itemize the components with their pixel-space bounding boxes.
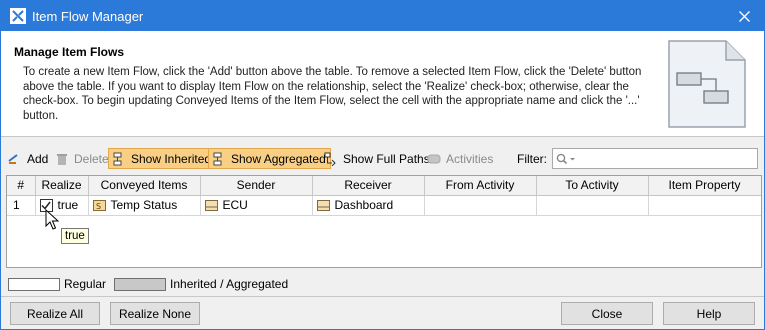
trash-icon: [57, 153, 67, 165]
header-panel: Manage Item Flows To create a new Item F…: [1, 31, 764, 137]
receiver-value: Dashboard: [334, 198, 394, 212]
column-header-receiver[interactable]: Receiver: [312, 176, 425, 196]
realize-all-button[interactable]: Realize All: [10, 302, 100, 325]
delete-button-label: Delete: [74, 151, 109, 166]
realize-tooltip: true: [61, 228, 89, 244]
window-close-button[interactable]: [724, 1, 764, 31]
column-header-conveyed-items[interactable]: Conveyed Items: [88, 176, 201, 196]
legend-regular-swatch: [8, 277, 60, 291]
document-diagram-icon: [668, 40, 746, 128]
realize-cell[interactable]: true: [35, 195, 89, 216]
to-activity-cell[interactable]: [536, 195, 649, 216]
help-button[interactable]: Help: [663, 302, 755, 325]
inheritance-icon: [113, 152, 122, 165]
header-description: To create a new Item Flow, click the 'Ad…: [23, 66, 642, 122]
add-button[interactable]: Add: [5, 148, 52, 169]
activities-button[interactable]: Activities: [424, 148, 497, 169]
table-row[interactable]: 1 true S Temp Status ECU Dashboard: [7, 195, 761, 216]
legend-inherited-label: Inherited / Aggregated: [170, 277, 289, 291]
conveyed-items-value: Temp Status: [110, 198, 178, 212]
aggregation-icon: [213, 152, 222, 165]
item-flow-manager-dialog: Item Flow Manager Manage Item Flows To c…: [0, 0, 765, 330]
column-header-item-property[interactable]: Item Property: [648, 176, 761, 196]
realize-none-button[interactable]: Realize None: [110, 302, 200, 325]
title-bar: Item Flow Manager: [1, 1, 764, 31]
conveyed-items-cell[interactable]: S Temp Status: [88, 195, 201, 216]
delete-button[interactable]: Delete: [52, 148, 113, 169]
legend: Regular Inherited / Aggregated: [8, 277, 288, 291]
filter-input[interactable]: [552, 148, 758, 169]
add-button-label: Add: [27, 151, 49, 166]
signal-icon: S: [92, 199, 106, 211]
window-title: Item Flow Manager: [32, 8, 144, 24]
block-icon: [316, 199, 330, 211]
show-inherited-toggle[interactable]: Show Inherited: [108, 148, 217, 169]
receiver-cell[interactable]: Dashboard: [312, 195, 425, 216]
app-logo-icon: [10, 8, 26, 24]
column-header-from-activity[interactable]: From Activity: [424, 176, 537, 196]
block-icon: [204, 199, 218, 211]
mouse-pointer-icon: [45, 209, 59, 230]
close-button[interactable]: Close: [561, 302, 653, 325]
show-full-paths-label: Show Full Paths: [343, 151, 430, 166]
add-icon: [8, 153, 18, 164]
show-aggregated-toggle[interactable]: Show Aggregated: [208, 148, 331, 169]
full-paths-icon: [324, 152, 336, 166]
show-inherited-label: Show Inherited: [131, 151, 212, 166]
item-flows-table: # Realize Conveyed Items Sender Receiver…: [6, 175, 762, 268]
sender-value: ECU: [222, 198, 248, 212]
show-aggregated-label: Show Aggregated: [231, 151, 326, 166]
column-header-sender[interactable]: Sender: [200, 176, 313, 196]
row-number-cell: 1: [7, 195, 36, 216]
item-property-cell[interactable]: [648, 195, 761, 216]
activities-icon: [427, 154, 441, 163]
footer-divider: [1, 296, 764, 297]
legend-regular-label: Regular: [64, 277, 107, 291]
column-header-number[interactable]: #: [7, 176, 36, 196]
search-icon: [556, 153, 575, 164]
svg-text:S: S: [96, 202, 101, 211]
filter-label: Filter:: [517, 152, 547, 166]
show-full-paths-button[interactable]: Show Full Paths: [321, 148, 434, 169]
realize-value: true: [57, 198, 79, 212]
from-activity-cell[interactable]: [424, 195, 537, 216]
column-header-to-activity[interactable]: To Activity: [536, 176, 649, 196]
header-title: Manage Item Flows: [14, 45, 125, 59]
sender-cell[interactable]: ECU: [200, 195, 313, 216]
close-icon: [738, 10, 750, 22]
legend-inherited-swatch: [114, 277, 167, 291]
column-header-realize[interactable]: Realize: [35, 176, 89, 196]
table-header-row: # Realize Conveyed Items Sender Receiver…: [7, 176, 761, 196]
activities-label: Activities: [446, 151, 494, 166]
